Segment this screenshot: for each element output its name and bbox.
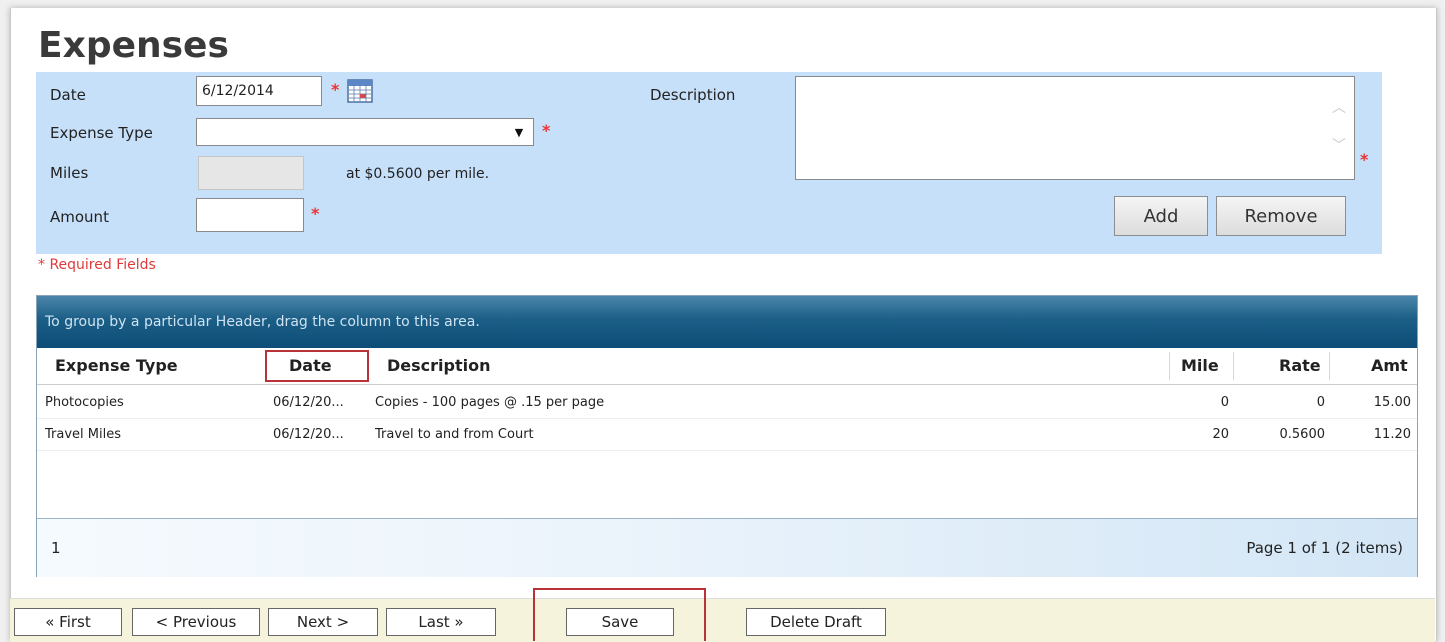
previous-button[interactable]: < Previous xyxy=(132,608,260,636)
description-required-mark: * xyxy=(1360,150,1369,169)
cell-mile: 20 xyxy=(1212,427,1229,442)
scroll-up-icon[interactable]: ︿ xyxy=(1332,97,1346,117)
last-button[interactable]: Last » xyxy=(386,608,496,636)
cell-expense-type: Photocopies xyxy=(45,395,124,410)
expense-type-required-mark: * xyxy=(542,121,551,140)
expense-type-select[interactable] xyxy=(196,118,534,146)
column-header-amt[interactable]: Amt xyxy=(1371,348,1408,384)
amount-required-mark: * xyxy=(311,204,320,223)
date-column-highlight xyxy=(265,350,369,382)
description-textarea[interactable]: ︿ ﹀ xyxy=(795,76,1355,180)
cell-amt: 11.20 xyxy=(1373,427,1411,442)
remove-button[interactable]: Remove xyxy=(1216,196,1346,236)
grid-header-row: Expense Type Date Description Mile Rate … xyxy=(37,348,1417,385)
scroll-down-icon[interactable]: ﹀ xyxy=(1332,135,1346,155)
date-required-mark: * xyxy=(331,80,340,99)
description-label: Description xyxy=(650,86,736,104)
required-fields-note: * Required Fields xyxy=(38,257,156,273)
miles-label: Miles xyxy=(50,164,89,182)
chevron-down-icon[interactable]: ▼ xyxy=(504,119,534,145)
column-divider xyxy=(1169,352,1170,380)
date-input[interactable]: 6/12/2014 xyxy=(196,76,322,106)
cell-mile: 0 xyxy=(1220,395,1229,410)
first-button[interactable]: « First xyxy=(14,608,122,636)
cell-rate: 0.5600 xyxy=(1279,427,1326,442)
save-button[interactable]: Save xyxy=(566,608,674,636)
amount-input[interactable] xyxy=(196,198,304,232)
column-header-description[interactable]: Description xyxy=(387,348,490,384)
add-button[interactable]: Add xyxy=(1114,196,1208,236)
group-by-hint: To group by a particular Header, drag th… xyxy=(45,314,480,330)
column-header-mile[interactable]: Mile xyxy=(1181,348,1219,384)
page-title: Expenses xyxy=(38,25,229,66)
calendar-icon[interactable] xyxy=(346,76,374,104)
column-divider xyxy=(1329,352,1330,380)
expense-type-label: Expense Type xyxy=(50,124,153,142)
column-header-expense-type[interactable]: Expense Type xyxy=(55,348,178,384)
delete-draft-button[interactable]: Delete Draft xyxy=(746,608,886,636)
expenses-grid: To group by a particular Header, drag th… xyxy=(36,295,1418,577)
column-header-rate[interactable]: Rate xyxy=(1279,348,1321,384)
cell-date: 06/12/20... xyxy=(273,395,344,410)
page-number-link[interactable]: 1 xyxy=(51,539,61,557)
group-by-area[interactable]: To group by a particular Header, drag th… xyxy=(37,296,1417,348)
cell-rate: 0 xyxy=(1316,395,1325,410)
cell-amt: 15.00 xyxy=(1373,395,1411,410)
date-label: Date xyxy=(50,86,86,104)
table-row[interactable]: Travel Miles 06/12/20... Travel to and f… xyxy=(37,420,1417,451)
cell-expense-type: Travel Miles xyxy=(45,427,121,442)
column-divider xyxy=(1233,352,1234,380)
grid-pager: 1 Page 1 of 1 (2 items) xyxy=(37,518,1417,577)
table-row[interactable]: Photocopies 06/12/20... Copies - 100 pag… xyxy=(37,388,1417,419)
cell-description: Copies - 100 pages @ .15 per page xyxy=(375,395,605,410)
miles-input xyxy=(198,156,304,190)
miles-rate-text: at $0.5600 per mile. xyxy=(346,166,490,182)
cell-description: Travel to and from Court xyxy=(375,427,534,442)
cell-date: 06/12/20... xyxy=(273,427,344,442)
next-button[interactable]: Next > xyxy=(268,608,378,636)
page-info: Page 1 of 1 (2 items) xyxy=(1246,539,1403,557)
amount-label: Amount xyxy=(50,208,109,226)
